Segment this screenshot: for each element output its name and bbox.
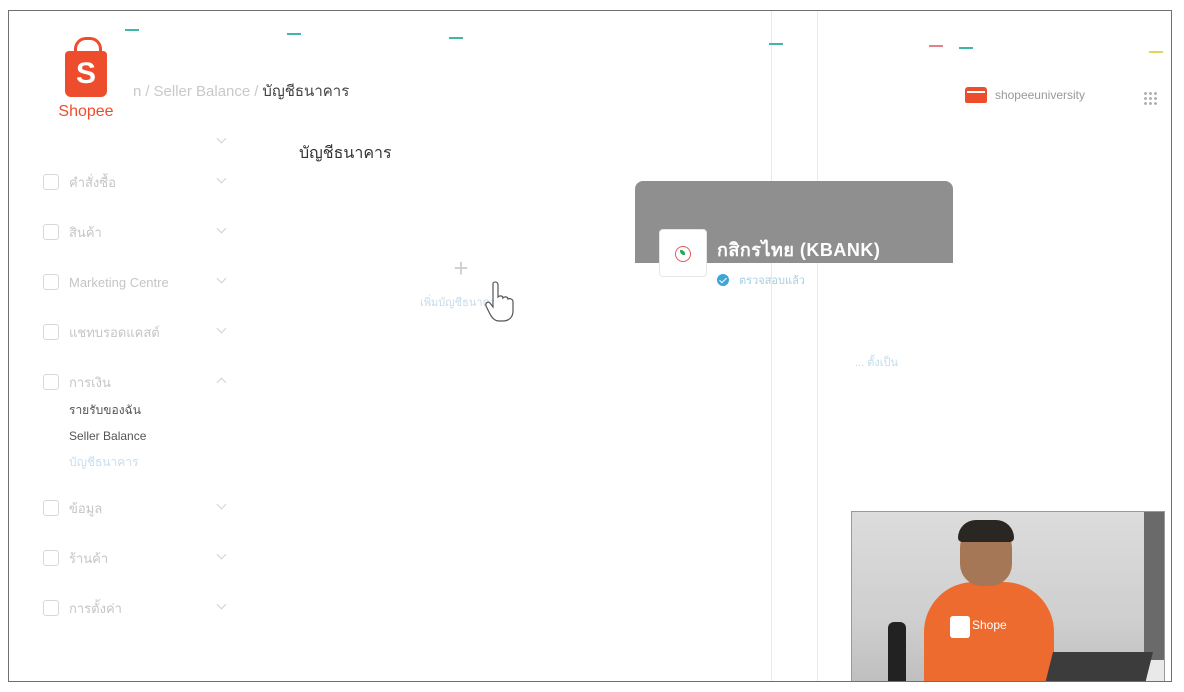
sidebar-item-shipping[interactable] — [29, 131, 239, 157]
wallet-icon — [43, 374, 59, 390]
sidebar-item-broadcast[interactable]: แชทบรอดแคสต์ — [29, 307, 239, 357]
shirt-text: Shope — [972, 618, 1007, 632]
submenu-item-seller-balance[interactable]: Seller Balance — [69, 423, 239, 449]
scan-mark — [959, 47, 973, 49]
hand-cursor-icon — [485, 281, 514, 322]
sidebar-item-shop[interactable]: ร้านค้า — [29, 533, 239, 583]
scan-mark — [769, 43, 783, 45]
apps-grid-icon[interactable] — [1143, 91, 1157, 105]
chevron-down-icon — [216, 549, 227, 560]
sidebar-item-label: Marketing Centre — [69, 274, 169, 290]
chat-icon — [43, 324, 59, 340]
sidebar-item-finance[interactable]: การเงิน — [29, 357, 239, 407]
shop-icon — [964, 87, 987, 103]
sidebar-item-label: ร้านค้า — [69, 550, 109, 566]
chevron-down-icon — [216, 173, 227, 184]
sidebar-item-marketing[interactable]: Marketing Centre — [29, 257, 239, 307]
shop-icon — [43, 550, 59, 566]
sidebar-item-label: ข้อมูล — [69, 500, 103, 516]
sidebar-item-label: สินค้า — [69, 224, 102, 240]
presenter-shirt — [924, 582, 1054, 681]
breadcrumb-current: บัญชีธนาคาร — [262, 83, 350, 100]
sidebar-item-label: การตั้งค่า — [69, 600, 122, 616]
scan-mark — [929, 45, 943, 47]
scan-mark — [125, 29, 139, 31]
chevron-down-icon — [216, 323, 227, 334]
finance-submenu: รายรับของฉัน Seller Balance บัญชีธนาคาร — [29, 397, 239, 475]
laptop — [1043, 652, 1153, 681]
sidebar: คำสั่งซื้อ สินค้า Marketing Centre แชทบร… — [29, 131, 239, 633]
logo-text: Shopee — [58, 103, 114, 120]
set-default-link[interactable]: ... ตั้งเป็น — [855, 353, 898, 371]
shopee-logo[interactable]: S Shopee — [49, 31, 125, 131]
scan-mark — [1149, 51, 1163, 53]
gear-icon — [43, 600, 59, 616]
plus-icon: + — [453, 253, 469, 283]
products-icon — [43, 224, 59, 240]
sidebar-item-settings[interactable]: การตั้งค่า — [29, 583, 239, 633]
check-circle-icon — [717, 274, 729, 286]
verified-status: ตรวจสอบแล้ว — [717, 271, 805, 289]
chevron-down-icon — [216, 273, 227, 284]
sidebar-item-products[interactable]: สินค้า — [29, 207, 239, 257]
scan-mark — [287, 33, 301, 35]
scan-line — [817, 11, 818, 681]
page-title: บัญชีธนาคาร — [299, 145, 392, 162]
submenu-item-bank-account[interactable]: บัญชีธนาคาร — [69, 449, 239, 475]
shopee-bag-icon: S — [65, 51, 107, 97]
sidebar-item-label: คำสั่งซื้อ — [69, 174, 116, 190]
user-account[interactable]: shopeeuniversity — [964, 87, 1085, 103]
verified-label: ตรวจสอบแล้ว — [739, 275, 805, 287]
chevron-down-icon — [216, 599, 227, 610]
scan-mark — [449, 37, 463, 39]
marketing-icon — [43, 274, 59, 290]
chevron-down-icon — [216, 499, 227, 510]
chevron-up-icon — [216, 377, 227, 388]
breadcrumb-seller-balance[interactable]: Seller Balance — [154, 83, 251, 100]
screen-frame: S Shopee n / Seller Balance / บัญชีธนาคาร sh… — [8, 10, 1172, 682]
sidebar-item-orders[interactable]: คำสั่งซื้อ — [29, 157, 239, 207]
chevron-down-icon — [216, 223, 227, 234]
breadcrumb-home[interactable]: n — [133, 83, 141, 100]
chevron-down-icon — [216, 133, 227, 144]
orders-icon — [43, 174, 59, 190]
presenter-video: Shope — [851, 511, 1165, 681]
breadcrumb: n / Seller Balance / บัญชีธนาคาร — [133, 83, 350, 100]
sidebar-item-label: การเงิน — [69, 374, 111, 390]
scan-line — [771, 11, 772, 681]
sidebar-item-label: แชทบรอดแคสต์ — [69, 324, 160, 340]
shopee-bag-icon — [950, 616, 970, 638]
bank-name: กสิกรไทย (KBANK) — [717, 240, 881, 260]
sidebar-item-data[interactable]: ข้อมูล — [29, 483, 239, 533]
data-icon — [43, 500, 59, 516]
kbank-logo-icon — [659, 229, 707, 277]
username: shopeeuniversity — [994, 88, 1085, 102]
